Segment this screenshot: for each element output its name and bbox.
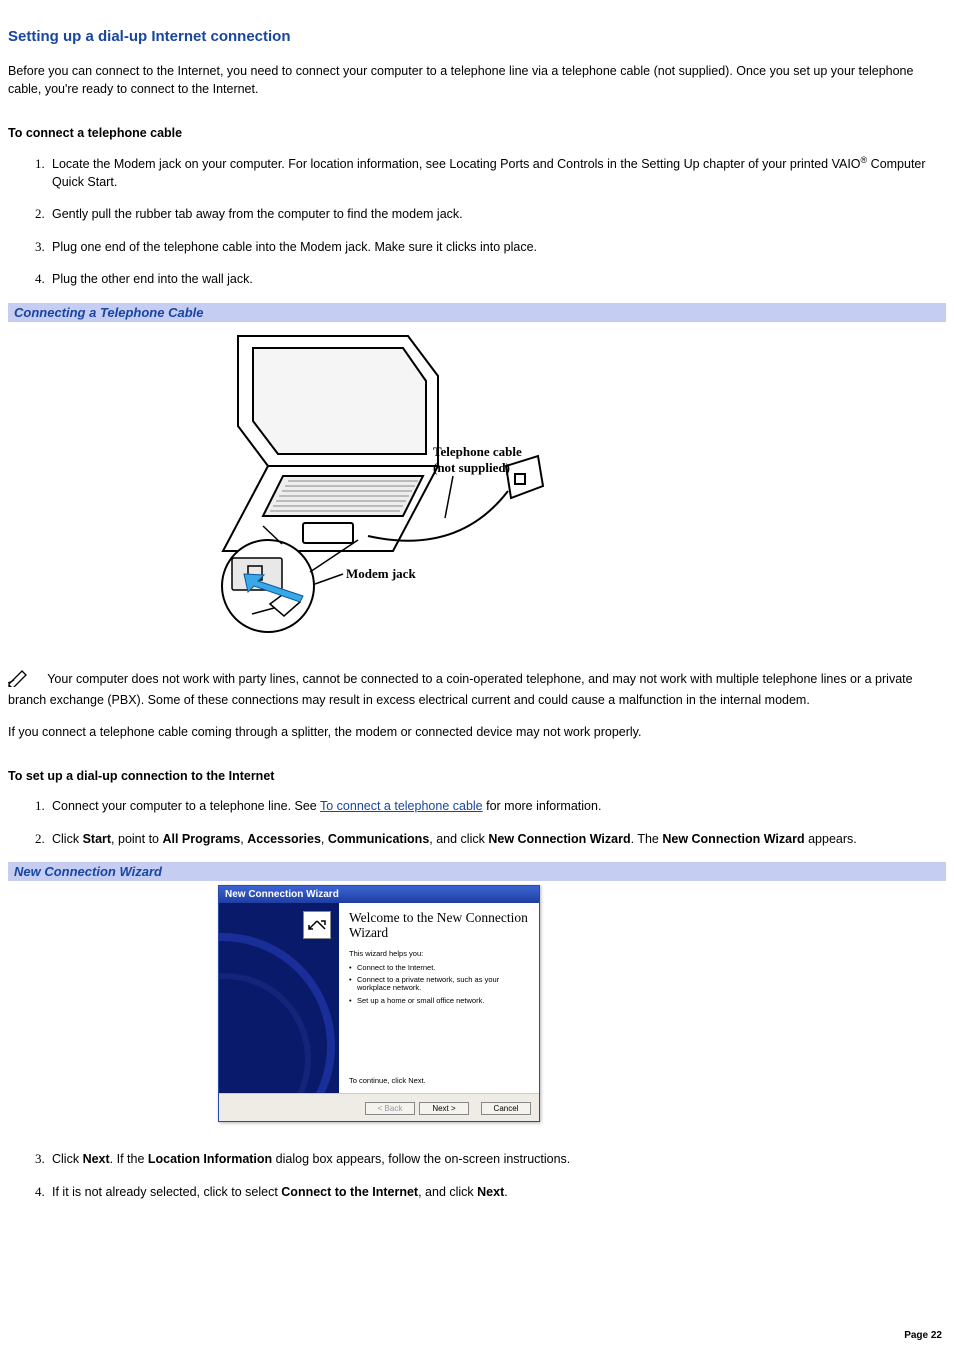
- figure-caption: Connecting a Telephone Cable: [8, 303, 946, 322]
- dialup-steps-continued: Click Next. If the Location Information …: [8, 1150, 946, 1201]
- step: Click Start, point to All Programs, Acce…: [48, 830, 946, 849]
- wizard-bullet: Set up a home or small office network.: [349, 997, 529, 1005]
- step: Plug the other end into the wall jack.: [48, 270, 946, 289]
- connect-cable-steps: Locate the Modem jack on your computer. …: [8, 154, 946, 289]
- figure-telephone-cable: Telephone cable (not supplied) Modem jac…: [8, 326, 946, 639]
- step: Gently pull the rubber tab away from the…: [48, 205, 946, 224]
- dialup-steps: Connect your computer to a telephone lin…: [8, 797, 946, 848]
- figure-caption-wizard: New Connection Wizard: [8, 862, 946, 881]
- cable-label-1: Telephone cable: [433, 444, 522, 459]
- modem-jack-label: Modem jack: [346, 566, 416, 581]
- step: Locate the Modem jack on your computer. …: [48, 154, 946, 191]
- note-paragraph-2: If you connect a telephone cable coming …: [8, 724, 946, 742]
- link-connect-telephone-cable[interactable]: To connect a telephone cable: [320, 799, 483, 813]
- sub-heading-connect-cable: To connect a telephone cable: [8, 126, 946, 140]
- sub-heading-dialup: To set up a dial-up connection to the In…: [8, 769, 946, 783]
- wizard-subtext: This wizard helps you:: [349, 949, 529, 958]
- note-paragraph: Your computer does not work with party l…: [8, 669, 946, 710]
- wizard-bullet-list: Connect to the Internet. Connect to a pr…: [349, 964, 529, 1005]
- wizard-connection-icon: [303, 911, 331, 939]
- wizard-bullet: Connect to a private network, such as yo…: [349, 976, 529, 993]
- wizard-sidebar-graphic: [219, 903, 339, 1093]
- wizard-screenshot: New Connection Wizard Welcome to the New…: [218, 885, 946, 1122]
- wizard-next-button[interactable]: Next >: [419, 1102, 469, 1115]
- laptop-diagram-svg: Telephone cable (not supplied) Modem jac…: [208, 326, 568, 636]
- pencil-note-icon: [8, 669, 30, 693]
- step: If it is not already selected, click to …: [48, 1183, 946, 1202]
- section-title: Setting up a dial-up Internet connection: [8, 28, 946, 45]
- page-number: Page 22: [904, 1330, 942, 1341]
- cable-label-2: (not supplied): [433, 460, 510, 475]
- step: Plug one end of the telephone cable into…: [48, 238, 946, 257]
- wizard-titlebar: New Connection Wizard: [219, 886, 539, 903]
- wizard-bullet: Connect to the Internet.: [349, 964, 529, 972]
- intro-paragraph: Before you can connect to the Internet, …: [8, 63, 946, 98]
- wizard-continue-text: To continue, click Next.: [349, 1076, 426, 1085]
- step: Click Next. If the Location Information …: [48, 1150, 946, 1169]
- wizard-heading: Welcome to the New Connection Wizard: [349, 911, 529, 941]
- wizard-cancel-button[interactable]: Cancel: [481, 1102, 531, 1115]
- wizard-back-button: < Back: [365, 1102, 415, 1115]
- step: Connect your computer to a telephone lin…: [48, 797, 946, 816]
